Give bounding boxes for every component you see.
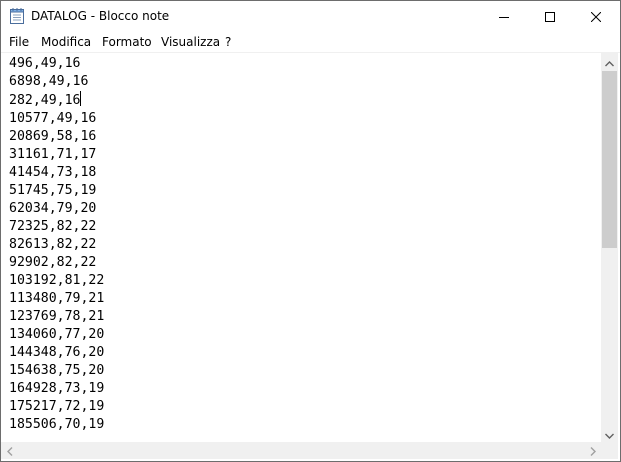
text-line[interactable]: 144348,76,20 <box>9 345 104 360</box>
chevron-down-icon <box>605 424 614 443</box>
maximize-icon <box>545 7 555 26</box>
notepad-window: DATALOG - Blocco note File Modifica Form… <box>0 0 621 462</box>
menu-file[interactable]: File <box>9 32 29 52</box>
scroll-up-button[interactable] <box>601 53 618 70</box>
text-line[interactable]: 123769,78,21 <box>9 309 104 324</box>
chevron-right-icon <box>590 441 596 460</box>
minimize-button[interactable] <box>481 1 527 32</box>
text-line[interactable]: 185506,70,19 <box>9 417 104 432</box>
text-line[interactable]: 103192,81,22 <box>9 273 104 288</box>
notepad-icon <box>10 8 24 24</box>
menu-modifica[interactable]: Modifica <box>41 32 91 52</box>
menu-visualizza[interactable]: Visualizza <box>161 32 220 52</box>
text-line[interactable]: 20869,58,16 <box>9 129 96 144</box>
maximize-button[interactable] <box>527 1 573 32</box>
window-title: DATALOG - Blocco note <box>31 9 170 23</box>
text-line[interactable]: 10577,49,16 <box>9 111 96 126</box>
size-grip <box>601 442 618 459</box>
text-line[interactable]: 164928,73,19 <box>9 381 104 396</box>
menu-help[interactable]: ? <box>225 32 231 52</box>
text-line[interactable]: 62034,79,20 <box>9 201 96 216</box>
text-line[interactable]: 41454,73,18 <box>9 165 96 180</box>
text-line[interactable]: 113480,79,21 <box>9 291 104 306</box>
menu-bar: File Modifica Formato Visualizza ? <box>1 32 620 53</box>
text-line[interactable]: 92902,82,22 <box>9 255 96 270</box>
text-line[interactable]: 154638,75,20 <box>9 363 104 378</box>
scroll-right-button[interactable] <box>584 442 601 459</box>
chevron-up-icon <box>605 52 614 71</box>
menu-formato[interactable]: Formato <box>102 32 152 52</box>
text-line[interactable]: 282,49,16 <box>9 93 80 108</box>
text-line[interactable]: 72325,82,22 <box>9 219 96 234</box>
vertical-scroll-thumb[interactable] <box>602 71 617 248</box>
close-icon <box>590 7 602 26</box>
text-line[interactable]: 31161,71,17 <box>9 147 96 162</box>
text-line[interactable]: 134060,77,20 <box>9 327 104 342</box>
text-line[interactable]: 82613,82,22 <box>9 237 96 252</box>
vertical-scrollbar[interactable] <box>601 53 618 442</box>
text-caret <box>80 91 82 106</box>
title-bar[interactable]: DATALOG - Blocco note <box>1 1 620 32</box>
chevron-left-icon <box>6 441 13 460</box>
horizontal-scrollbar[interactable] <box>1 442 601 459</box>
text-editor[interactable]: 496,49,16 6898,49,16 282,49,16 10577,49,… <box>1 53 601 442</box>
text-line[interactable]: 496,49,16 <box>9 56 80 71</box>
scroll-left-button[interactable] <box>1 442 18 459</box>
text-line[interactable]: 51745,75,19 <box>9 183 96 198</box>
text-line[interactable]: 175217,72,19 <box>9 399 104 414</box>
document-text[interactable]: 496,49,16 6898,49,16 282,49,16 10577,49,… <box>1 53 601 434</box>
text-line[interactable]: 6898,49,16 <box>9 74 88 89</box>
close-button[interactable] <box>573 1 619 32</box>
scroll-down-button[interactable] <box>601 425 618 442</box>
minimize-icon <box>499 7 509 26</box>
